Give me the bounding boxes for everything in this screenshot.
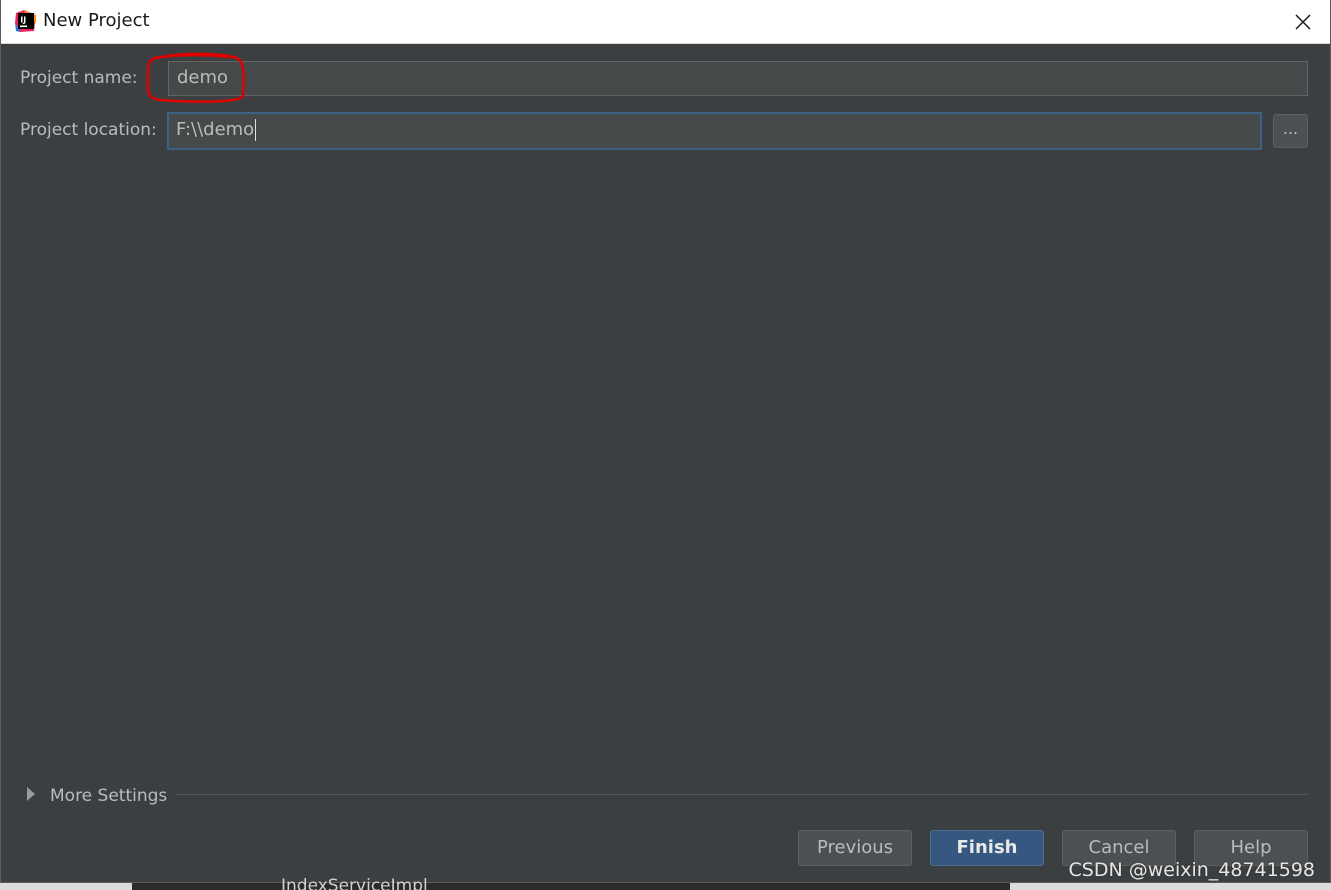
finish-button[interactable]: Finish (930, 830, 1044, 866)
svg-text:IJ: IJ (20, 16, 26, 25)
browse-button[interactable]: ... (1273, 114, 1308, 148)
new-project-dialog: IJ New Project Project name: demo Projec… (0, 0, 1331, 883)
project-location-value: F:\\demo (176, 119, 255, 140)
close-icon[interactable] (1290, 9, 1316, 35)
triangle-right-icon (27, 787, 35, 801)
background-editor-tab: IndexServiceImpl (281, 876, 428, 890)
csdn-watermark: CSDN @weixin_48741598 (1068, 859, 1316, 881)
intellij-idea-icon: IJ (15, 10, 36, 32)
project-location-label: Project location: (20, 120, 157, 140)
project-location-input[interactable]: F:\\demo (167, 112, 1262, 150)
project-name-label: Project name: (20, 68, 138, 88)
background-ide-strip (0, 883, 1331, 890)
more-settings-divider (175, 794, 1308, 795)
title-bar: IJ New Project (1, 0, 1330, 44)
window-title: New Project (43, 10, 150, 31)
more-settings-label: More Settings (50, 786, 168, 806)
previous-button[interactable]: Previous (798, 830, 912, 866)
text-caret (255, 119, 257, 141)
project-name-input[interactable]: demo (168, 61, 1308, 96)
project-name-value: demo (177, 67, 229, 88)
